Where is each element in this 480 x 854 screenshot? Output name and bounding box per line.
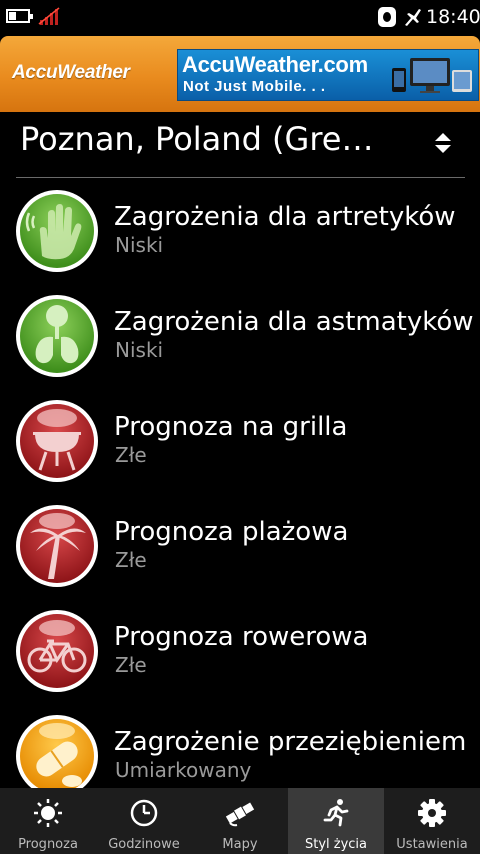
tab-styl-zycia[interactable]: Styl życia <box>288 788 384 854</box>
clock: 18:40 <box>426 6 480 28</box>
clock-icon <box>130 799 158 827</box>
advertisement-banner[interactable]: AccuWeather.com Not Just Mobile. . . <box>177 49 479 101</box>
tab-label: Styl życia <box>304 837 368 852</box>
item-value: Niski <box>115 338 164 362</box>
tab-label: Prognoza <box>18 837 78 852</box>
lungs-icon <box>16 295 98 377</box>
item-value: Złe <box>115 548 147 572</box>
tab-prognoza[interactable]: Prognoza <box>0 788 96 854</box>
item-title: Prognoza plażowa <box>114 517 349 547</box>
hand-icon <box>16 190 98 272</box>
tab-mapy[interactable]: Mapy <box>192 788 288 854</box>
devices-illustration-icon <box>392 58 472 93</box>
list-item[interactable]: Zagrożenia dla artretyków Niski <box>0 186 480 291</box>
tab-godzinowe[interactable]: Godzinowe <box>96 788 192 854</box>
grill-icon <box>16 400 98 482</box>
bicycle-icon <box>16 610 98 692</box>
sort-arrows-icon[interactable] <box>433 131 453 155</box>
satellite-icon <box>225 802 255 827</box>
palm-tree-icon <box>16 505 98 587</box>
bottom-navigation: Prognoza Godzinowe Mapy Styl życia Ustaw… <box>0 788 480 854</box>
list-item[interactable]: Prognoza rowerowa Złe <box>0 606 480 711</box>
notification-icon <box>378 7 396 27</box>
item-value: Umiarkowany <box>115 758 252 782</box>
tab-ustawienia[interactable]: Ustawienia <box>384 788 480 854</box>
item-value: Złe <box>115 443 147 467</box>
flight-mode-icon <box>405 9 421 26</box>
tab-label: Godzinowe <box>108 837 180 852</box>
location-selector[interactable]: Poznan, Poland (Gre… <box>20 120 373 158</box>
ad-title: AccuWeather.com <box>182 52 368 77</box>
item-title: Zagrożenie przeziębieniem <box>114 727 467 757</box>
item-title: Prognoza na grilla <box>114 412 348 442</box>
battery-icon <box>6 9 33 23</box>
ad-subtitle: Not Just Mobile. . . <box>183 78 326 95</box>
gear-icon <box>418 799 446 827</box>
tab-label: Ustawienia <box>396 837 468 852</box>
status-bar: 18:40 <box>0 0 480 34</box>
item-title: Zagrożenia dla artretyków <box>114 202 456 232</box>
list-item[interactable]: Prognoza na grilla Złe <box>0 396 480 501</box>
item-value: Niski <box>115 233 164 257</box>
pill-icon <box>16 715 98 797</box>
tab-label: Mapy <box>222 837 258 852</box>
list-item[interactable]: Zagrożenia dla astmatyków Niski <box>0 291 480 396</box>
list-item[interactable]: Prognoza plażowa Złe <box>0 501 480 606</box>
item-value: Złe <box>115 653 147 677</box>
item-title: Prognoza rowerowa <box>114 622 369 652</box>
header-banner: AccuWeather AccuWeather.com Not Just Mob… <box>0 36 480 112</box>
runner-icon <box>323 799 349 827</box>
signal-strength-icon <box>38 7 60 25</box>
app-logo: AccuWeather <box>12 62 130 83</box>
item-title: Zagrożenia dla astmatyków <box>114 307 474 337</box>
sun-icon <box>34 799 62 827</box>
divider <box>16 177 465 178</box>
